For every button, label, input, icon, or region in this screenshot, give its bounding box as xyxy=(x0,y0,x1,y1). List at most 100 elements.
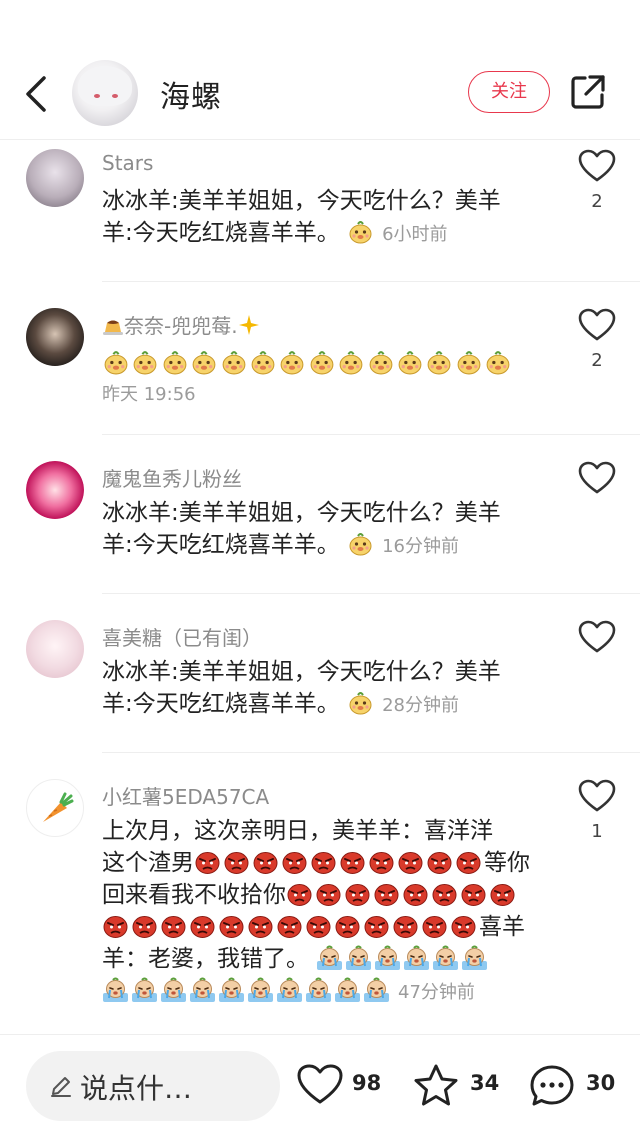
commenter-name[interactable]: 喜美糖（已有闺） xyxy=(102,622,262,651)
user-avatar[interactable] xyxy=(72,60,138,126)
commenter-name[interactable]: 奈奈-兜兜莓. xyxy=(102,310,260,339)
crying-sheep-emoji-icon xyxy=(306,977,331,1002)
angry-face-emoji-icon xyxy=(287,884,312,906)
like-button[interactable] xyxy=(578,779,616,813)
sheep-emoji-icon xyxy=(427,351,451,375)
sheep-emoji-icon xyxy=(163,351,187,375)
commenter-avatar[interactable] xyxy=(26,620,84,678)
comment-time: 16分钟前 xyxy=(382,536,459,557)
crying-sheep-emoji-icon xyxy=(103,977,128,1002)
sheep-emoji-icon xyxy=(349,221,372,244)
sheep-emoji-icon xyxy=(369,351,392,375)
follow-button[interactable]: 关注 xyxy=(468,71,550,113)
angry-face-emoji-icon xyxy=(451,916,476,938)
crying-sheep-emoji-icon xyxy=(161,977,186,1002)
chevron-left-icon xyxy=(26,76,46,112)
comment-text[interactable]: 冰冰羊:美羊羊姐姐，今天吃什么？美羊 羊:今天吃红烧喜羊羊。 28分钟前 xyxy=(102,656,552,722)
angry-face-emoji-icon xyxy=(490,884,515,906)
angry-face-emoji-icon xyxy=(369,852,394,874)
like-total: 98 xyxy=(352,1071,382,1095)
like-button[interactable] xyxy=(578,461,616,495)
like-post-button[interactable]: 98 xyxy=(296,1059,386,1109)
crying-emoji-group xyxy=(316,945,490,972)
comment-input-placeholder: 说点什… xyxy=(80,1072,193,1105)
pencil-icon xyxy=(51,1077,71,1097)
commenter-name[interactable]: 小红薯5EDA57CA xyxy=(102,781,269,810)
crying-sheep-emoji-icon xyxy=(335,977,360,1002)
crying-sheep-emoji-icon xyxy=(277,977,302,1002)
angry-face-emoji-icon xyxy=(224,852,249,874)
share-button[interactable] xyxy=(568,72,608,112)
comment-time: 47分钟前 xyxy=(398,982,475,1003)
comment-text[interactable]: 冰冰羊:美羊羊姐姐，今天吃什么？美羊 羊:今天吃红烧喜羊羊。 16分钟前 xyxy=(102,497,552,563)
sheep-emoji-icon xyxy=(349,692,372,715)
user-name[interactable]: 海螺 xyxy=(160,72,222,116)
angry-face-emoji-icon xyxy=(161,916,186,938)
sheep-emoji-icon xyxy=(104,351,128,375)
comment-time: 昨天 19:56 xyxy=(102,384,196,405)
crying-sheep-emoji-icon xyxy=(248,977,273,1002)
crying-emoji-group xyxy=(102,977,392,1004)
like-count: 2 xyxy=(591,191,603,212)
sheep-emoji-icon xyxy=(349,533,372,556)
crying-sheep-emoji-icon xyxy=(317,945,343,970)
comment-button[interactable]: 30 xyxy=(528,1059,628,1109)
angry-face-emoji-icon xyxy=(277,916,302,938)
commenter-name[interactable]: Stars xyxy=(102,151,153,175)
angry-face-emoji-icon xyxy=(374,884,399,906)
angry-face-emoji-icon xyxy=(340,852,365,874)
crying-sheep-emoji-icon xyxy=(219,977,244,1002)
like-button[interactable] xyxy=(578,149,616,183)
heart-outline-icon xyxy=(578,779,616,812)
chat-bubble-icon xyxy=(530,1065,574,1106)
angry-face-emoji-icon xyxy=(103,916,128,938)
comment-text[interactable]: 上次月，这次亲明日，美羊羊：喜洋洋 这个渣男 等你 回来看我不收拾你 喜羊 羊：老… xyxy=(102,815,562,1009)
collect-total: 34 xyxy=(470,1071,500,1095)
angry-emoji-group xyxy=(286,882,518,908)
commenter-avatar[interactable] xyxy=(26,461,84,519)
crying-sheep-emoji-icon xyxy=(375,945,401,970)
sheep-emoji-icon xyxy=(310,351,334,375)
commenter-avatar[interactable] xyxy=(26,779,84,837)
top-nav-bar: 海螺 关注 xyxy=(0,0,640,140)
crying-sheep-emoji-icon xyxy=(433,945,459,970)
comment-text[interactable]: 冰冰羊:美羊羊姐姐，今天吃什么？美羊 羊:今天吃红烧喜羊羊。 6小时前 xyxy=(102,185,552,251)
sheep-emoji-icon xyxy=(398,351,422,375)
like-button[interactable] xyxy=(578,308,616,342)
heart-outline-icon xyxy=(578,149,616,182)
angry-face-emoji-icon xyxy=(422,916,447,938)
heart-outline-icon xyxy=(297,1064,343,1104)
crying-sheep-emoji-icon xyxy=(462,945,488,970)
heart-outline-icon xyxy=(578,308,616,341)
crying-sheep-emoji-icon xyxy=(190,977,215,1002)
commenter-avatar[interactable] xyxy=(26,308,84,366)
angry-face-emoji-icon xyxy=(311,852,336,874)
angry-face-emoji-icon xyxy=(132,916,157,938)
angry-face-emoji-icon xyxy=(195,852,220,874)
pudding-icon xyxy=(103,320,123,335)
angry-face-emoji-icon xyxy=(253,852,278,874)
comment-input[interactable]: 说点什… xyxy=(26,1051,280,1121)
angry-face-emoji-icon xyxy=(248,916,273,938)
angry-emoji-group xyxy=(194,850,484,876)
back-button[interactable] xyxy=(20,72,56,116)
commenter-name[interactable]: 魔鬼鱼秀儿粉丝 xyxy=(102,463,242,492)
angry-face-emoji-icon xyxy=(393,916,418,938)
angry-face-emoji-icon xyxy=(364,916,389,938)
collect-button[interactable]: 34 xyxy=(412,1059,502,1109)
crying-sheep-emoji-icon xyxy=(346,945,372,970)
angry-face-emoji-icon xyxy=(219,916,244,938)
carrot-icon xyxy=(43,792,74,822)
comment-item: 奈奈-兜兜莓. 昨天 19:56 2 xyxy=(0,282,640,435)
sparkle-icon xyxy=(238,315,259,335)
like-button[interactable] xyxy=(578,620,616,654)
comment-list[interactable]: Stars 冰冰羊:美羊羊姐姐，今天吃什么？美羊 羊:今天吃红烧喜羊羊。 6小时… xyxy=(0,141,640,1034)
crying-sheep-emoji-icon xyxy=(404,945,430,970)
commenter-avatar[interactable] xyxy=(26,149,84,207)
angry-face-emoji-icon xyxy=(432,884,457,906)
angry-emoji-group xyxy=(102,914,479,940)
angry-face-emoji-icon xyxy=(316,884,341,906)
angry-face-emoji-icon xyxy=(335,916,360,938)
comment-item: 小红薯5EDA57CA 上次月，这次亲明日，美羊羊：喜洋洋 这个渣男 等你 回来看… xyxy=(0,753,640,1034)
emoji-row[interactable] xyxy=(102,348,572,378)
